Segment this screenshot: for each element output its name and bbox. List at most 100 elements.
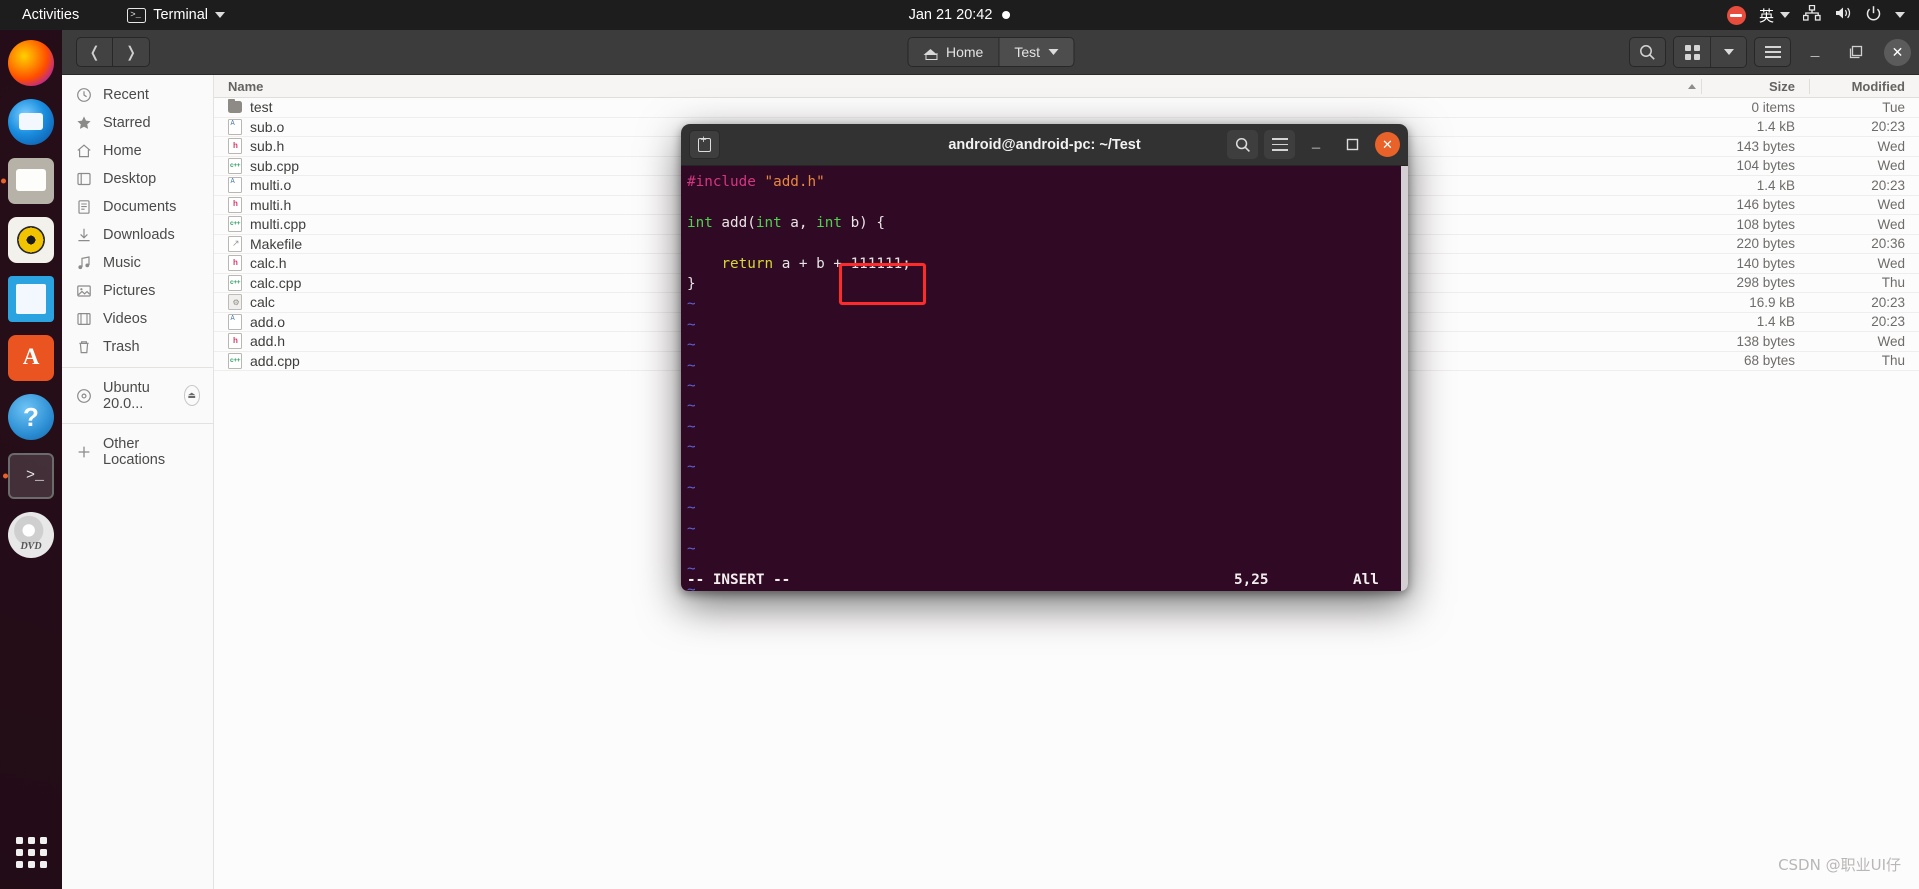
chevron-down-icon [1048,49,1059,55]
vim-empty-line-marker: ~ [687,439,696,456]
sidebar-item-trash[interactable]: Trash [62,333,213,361]
file-modified-cell: 20:23 [1871,314,1905,330]
cpp-file-icon: c++ [228,352,242,369]
sidebar-item-desktop[interactable]: Desktop [62,165,213,193]
terminal-menu-button[interactable] [1264,130,1295,159]
exec-file-icon: ⚙ [228,294,242,311]
search-button[interactable] [1629,37,1666,67]
file-modified-cell: Wed [1877,158,1905,174]
sidebar-item-starred[interactable]: Starred [62,109,213,137]
home-icon [922,45,938,60]
sidebar-item-documents[interactable]: Documents [62,193,213,221]
grid-cell [1684,53,1691,60]
sidebar-divider [62,367,213,368]
vim-empty-line-marker: ~ [687,337,696,354]
file-name-label: sub.h [250,138,285,155]
forward-button[interactable]: ❭ [113,37,150,67]
dock-item-terminal[interactable]: >_ [8,453,54,499]
chevron-down-icon[interactable] [1895,12,1905,18]
doc-file-icon: A [228,118,242,135]
network-icon[interactable] [1802,4,1821,25]
power-icon[interactable] [1865,5,1882,26]
column-header-name[interactable]: Name [214,79,1683,94]
file-name-label: Makefile [250,235,303,252]
chevron-down-icon [1780,12,1790,18]
grid-view-button[interactable] [1674,37,1710,67]
dock-item-files[interactable] [8,158,54,204]
file-name-label: add.cpp [250,352,300,369]
dock-item-ubuntu-software[interactable] [8,335,54,381]
sidebar-item-ubuntu-disc[interactable]: Ubuntu 20.0... ⏏ [62,374,213,417]
dock-item-thunderbird[interactable] [8,99,54,145]
breadcrumb: Home Test [906,37,1075,67]
sidebar-item-other-locations[interactable]: Other Locations [62,430,213,473]
column-header-size[interactable]: Size [1701,78,1809,94]
show-applications-button[interactable] [8,829,54,875]
clock-button[interactable]: Jan 21 20:42 [900,4,1020,26]
ime-label: 英 [1758,7,1774,25]
back-button[interactable]: ❬ [76,37,113,67]
vim-empty-line-marker: ~ [687,296,696,313]
file-size-cell: 68 bytes [1743,353,1795,369]
input-method-indicator[interactable]: 英 [1759,5,1790,26]
dock-item-dvd[interactable] [8,512,54,558]
sidebar-item-label: Home [103,143,142,159]
desktop-icon [75,171,92,188]
terminal-scrollbar[interactable] [1401,166,1408,591]
code-token: } [687,275,696,292]
close-button[interactable]: ✕ [1884,38,1911,66]
eject-button[interactable]: ⏏ [183,385,200,406]
view-options-dropdown-button[interactable] [1710,37,1746,67]
sidebar-item-label: Recent [103,87,149,103]
column-header-modified[interactable]: Modified [1809,78,1919,94]
sidebar-item-videos[interactable]: Videos [62,305,213,333]
terminal-close-button[interactable]: ✕ [1375,132,1400,157]
file-modified-cell: Wed [1877,333,1905,349]
file-modified-cell: Wed [1877,255,1905,271]
vim-empty-line-marker: ~ [687,357,696,374]
new-tab-button[interactable] [689,130,720,159]
code-token: 111111; [850,255,911,272]
volume-icon[interactable] [1834,5,1852,25]
download-icon [75,227,92,244]
trash-icon [75,339,92,356]
vim-empty-line-marker: ~ [687,316,696,333]
sidebar-item-label: Music [103,255,141,271]
terminal-search-button[interactable] [1227,130,1258,159]
file-modified-cell: 20:23 [1871,119,1905,135]
dock-item-help[interactable]: ? [8,394,54,440]
sidebar-item-recent[interactable]: Recent [62,81,213,109]
maximize-button[interactable] [1839,37,1873,67]
folder-file-icon [228,98,242,114]
h-file-icon: h [228,333,242,350]
do-not-disturb-icon[interactable] [1726,5,1746,25]
grid-cell [27,860,35,868]
table-row[interactable]: test 0 items Tue [214,98,1919,118]
file-size-cell: 138 bytes [1736,333,1795,349]
sidebar-item-label: Desktop [103,171,157,187]
sort-ascending-icon[interactable] [1683,84,1701,89]
breadcrumb-item-test[interactable]: Test [998,38,1074,66]
clock-label: Jan 21 20:42 [908,7,993,23]
sidebar-item-music[interactable]: Music [62,249,213,277]
dock-item-rhythmbox[interactable] [8,217,54,263]
dock-item-libreoffice-writer[interactable] [8,276,54,322]
sidebar-item-home[interactable]: Home [62,137,213,165]
sidebar-item-downloads[interactable]: Downloads [62,221,213,249]
code-token: return [721,255,774,272]
main-menu-button[interactable] [1754,37,1791,67]
terminal-content[interactable]: #include "add.h" int add(int a, int b) {… [681,166,1408,591]
activities-button[interactable]: Activities [12,4,89,26]
vim-empty-line-marker: ~ [687,479,696,496]
file-name-label: test [250,99,273,116]
file-list-header: Name Size Modified [214,75,1919,98]
breadcrumb-item-home[interactable]: Home [907,38,999,66]
terminal-minimize-button[interactable]: ﹘ [1301,130,1331,159]
app-menu-terminal[interactable]: Terminal [119,4,233,26]
dock-item-firefox[interactable] [8,40,54,86]
breadcrumb-label: Home [945,44,984,60]
sidebar-item-pictures[interactable]: Pictures [62,277,213,305]
terminal-maximize-button[interactable] [1337,130,1367,159]
sidebar-item-label: Trash [103,339,140,355]
minimize-button[interactable]: ﹘ [1798,37,1832,67]
